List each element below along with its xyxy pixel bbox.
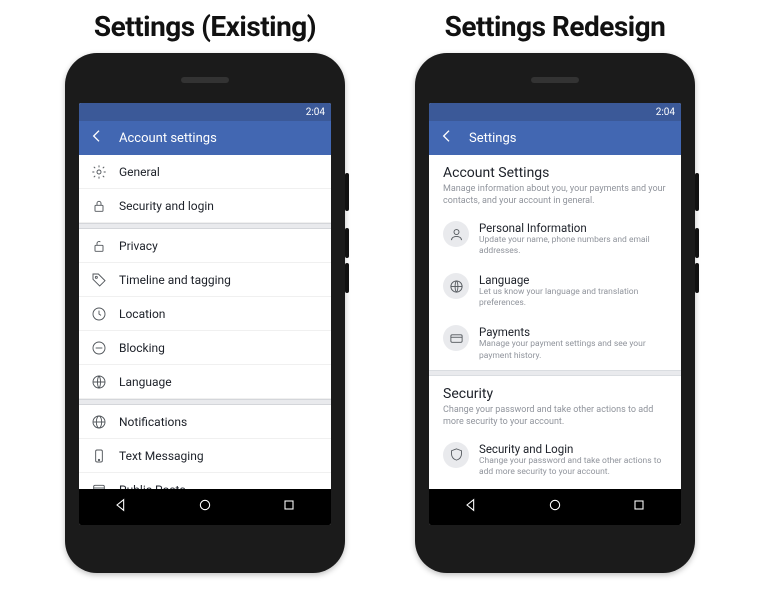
public-posts-icon (91, 482, 107, 490)
nav-recent-icon[interactable] (281, 497, 297, 517)
item-language[interactable]: Language Let us know your language and t… (429, 265, 681, 317)
item-payments[interactable]: Payments Manage your payment settings an… (429, 317, 681, 369)
row-label: Text Messaging (119, 449, 204, 463)
blocking-icon (91, 340, 107, 356)
nav-home-icon[interactable] (197, 497, 213, 517)
status-bar: 2:04 (79, 103, 331, 121)
row-label: Timeline and tagging (119, 273, 231, 287)
row-security-login[interactable]: Security and login (79, 189, 331, 223)
item-title: Language (479, 273, 667, 287)
row-text-messaging[interactable]: Text Messaging (79, 439, 331, 473)
app-header: Account settings (79, 121, 331, 155)
status-time: 2:04 (306, 107, 325, 118)
row-label: Location (119, 307, 165, 321)
padlock-open-icon (91, 238, 107, 254)
phone-frame-left: 2:04 Account settings General (65, 53, 345, 573)
header-title: Account settings (119, 131, 217, 146)
section-subtitle: Change your password and take other acti… (443, 404, 667, 428)
location-pin-icon (91, 306, 107, 322)
item-subtitle: Change your password and take other acti… (479, 456, 667, 478)
section-subtitle: Manage information about you, your payme… (443, 183, 667, 207)
row-label: Privacy (119, 239, 158, 253)
row-general[interactable]: General (79, 155, 331, 189)
globe-icon (443, 273, 469, 299)
section-account-settings: Account Settings Manage information abou… (429, 155, 681, 213)
status-time: 2:04 (656, 107, 675, 118)
credit-card-icon (443, 325, 469, 351)
row-label: General (119, 165, 160, 179)
app-header: Settings (429, 121, 681, 155)
item-subtitle: Manage your payment settings and see you… (479, 339, 667, 361)
item-security-login[interactable]: Security and Login Change your password … (429, 434, 681, 486)
row-label: Language (119, 375, 172, 389)
item-subtitle: Update your name, phone numbers and emai… (479, 235, 667, 257)
status-bar: 2:04 (429, 103, 681, 121)
back-arrow-icon[interactable] (89, 128, 105, 148)
row-label: Notifications (119, 415, 187, 429)
row-language[interactable]: Language (79, 365, 331, 399)
row-label: Blocking (119, 341, 165, 355)
phone-frame-right: 2:04 Settings Account Settings Manage in… (415, 53, 695, 573)
section-title: Account Settings (443, 165, 667, 181)
nav-back-icon[interactable] (113, 497, 129, 517)
item-title: Personal Information (479, 221, 667, 235)
settings-list: General Security and login Privacy (79, 155, 331, 489)
row-public-posts[interactable]: Public Posts (79, 473, 331, 489)
item-title: Security and Login (479, 442, 667, 456)
heading-existing: Settings (Existing) (94, 10, 316, 43)
row-location[interactable]: Location (79, 297, 331, 331)
heading-redesign: Settings Redesign (445, 10, 666, 43)
item-personal-information[interactable]: Personal Information Update your name, p… (429, 213, 681, 265)
person-icon (443, 221, 469, 247)
settings-redesign-content: Account Settings Manage information abou… (429, 155, 681, 489)
back-arrow-icon[interactable] (439, 128, 455, 148)
row-notifications[interactable]: Notifications (79, 405, 331, 439)
nav-back-icon[interactable] (463, 497, 479, 517)
nav-recent-icon[interactable] (631, 497, 647, 517)
row-label: Security and login (119, 199, 214, 213)
tag-icon (91, 272, 107, 288)
section-title: Security (443, 386, 667, 402)
item-subtitle: Let us know your language and translatio… (479, 287, 667, 309)
nav-home-icon[interactable] (547, 497, 563, 517)
row-privacy[interactable]: Privacy (79, 229, 331, 263)
lock-icon (91, 198, 107, 214)
globe-outline-icon (91, 414, 107, 430)
header-title: Settings (469, 131, 516, 146)
row-timeline-tagging[interactable]: Timeline and tagging (79, 263, 331, 297)
globe-icon (91, 374, 107, 390)
android-navbar (79, 489, 331, 525)
android-navbar (429, 489, 681, 525)
item-title: Payments (479, 325, 667, 339)
shield-icon (443, 442, 469, 468)
phone-icon (91, 448, 107, 464)
section-security: Security Change your password and take o… (429, 376, 681, 434)
row-blocking[interactable]: Blocking (79, 331, 331, 365)
gear-icon (91, 164, 107, 180)
